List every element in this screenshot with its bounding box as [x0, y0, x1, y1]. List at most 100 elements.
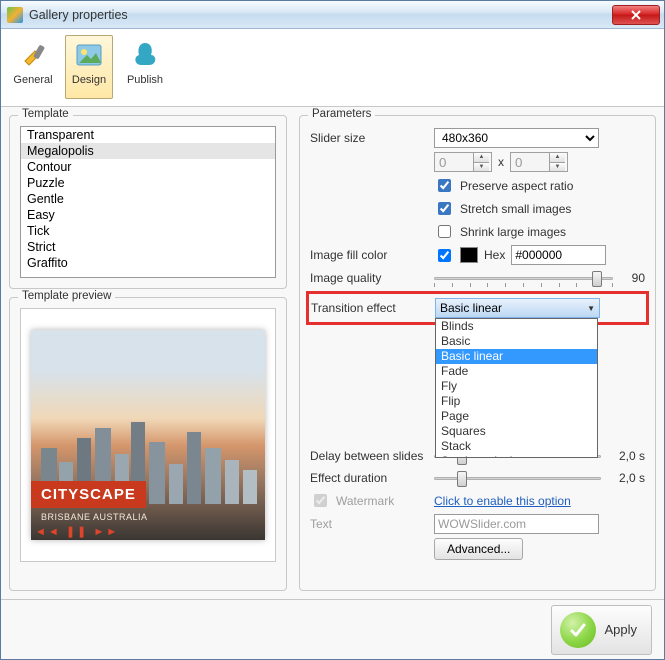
- label-duration: Effect duration: [310, 471, 430, 485]
- spin-up-icon[interactable]: ▲: [473, 153, 489, 162]
- template-item[interactable]: Strict: [21, 239, 275, 255]
- shrink-large-checkbox[interactable]: Shrink large images: [434, 222, 566, 241]
- spin-down-icon[interactable]: ▼: [549, 162, 565, 172]
- app-icon: [7, 7, 23, 23]
- ribbon-publish[interactable]: Publish: [121, 35, 169, 99]
- width-spinner[interactable]: ▲▼: [434, 152, 492, 172]
- transition-option[interactable]: Fade: [436, 364, 597, 379]
- ribbon-design[interactable]: Design: [65, 35, 113, 99]
- transition-option[interactable]: Blinds: [436, 319, 597, 334]
- slider-thumb[interactable]: [457, 471, 467, 487]
- template-item[interactable]: Graffito: [21, 255, 275, 271]
- ribbon-label: Design: [72, 74, 106, 86]
- template-group: Template Transparent Megalopolis Contour…: [9, 115, 287, 289]
- window: Gallery properties General Design Publis…: [0, 0, 665, 660]
- template-item[interactable]: Puzzle: [21, 175, 275, 191]
- apply-button[interactable]: Apply: [551, 605, 652, 655]
- footer: Apply: [1, 599, 664, 659]
- transition-option[interactable]: Stack vertical: [436, 454, 597, 458]
- transition-option[interactable]: Basic linear: [436, 349, 597, 364]
- row-fill-color: Image fill color Hex: [310, 243, 645, 267]
- transition-option[interactable]: Page: [436, 409, 597, 424]
- chevron-down-icon: ▼: [587, 304, 595, 313]
- titlebar: Gallery properties: [1, 1, 664, 29]
- left-column: Template Transparent Megalopolis Contour…: [9, 115, 287, 591]
- watermark-input[interactable]: [314, 494, 327, 507]
- hex-input[interactable]: [511, 245, 606, 265]
- label-text: Text: [310, 517, 430, 531]
- stretch-small-checkbox[interactable]: Stretch small images: [434, 199, 571, 218]
- row-advanced: Advanced...: [310, 536, 645, 562]
- parameters-group-title: Parameters: [308, 108, 375, 120]
- preview-group-title: Template preview: [18, 290, 115, 302]
- template-item[interactable]: Easy: [21, 207, 275, 223]
- apply-label: Apply: [604, 622, 637, 637]
- preview-box: CITYSCAPE BRISBANE AUSTRALIA ◄◄ ❚❚ ►►: [20, 308, 276, 562]
- height-input[interactable]: [511, 153, 549, 171]
- label-slider-size: Slider size: [310, 131, 430, 145]
- watermark-text-input[interactable]: [434, 514, 599, 534]
- transition-combo-value: Basic linear: [440, 301, 502, 315]
- width-input[interactable]: [435, 153, 473, 171]
- ribbon-general[interactable]: General: [9, 35, 57, 99]
- quality-slider[interactable]: [434, 269, 613, 287]
- color-swatch[interactable]: [460, 247, 478, 263]
- transition-option[interactable]: Basic: [436, 334, 597, 349]
- row-transition: Transition effect Basic linear ▼ Blinds …: [306, 291, 649, 325]
- transition-option[interactable]: Squares: [436, 424, 597, 439]
- preserve-aspect-checkbox[interactable]: Preserve aspect ratio: [434, 176, 573, 195]
- stretch-small-label: Stretch small images: [460, 202, 571, 216]
- advanced-button[interactable]: Advanced...: [434, 538, 523, 560]
- row-slider-size: Slider size 480x360: [310, 126, 645, 150]
- preview-controls: ◄◄ ❚❚ ►►: [35, 525, 119, 538]
- image-icon: [72, 38, 106, 72]
- stretch-small-input[interactable]: [438, 202, 451, 215]
- transition-option[interactable]: Flip: [436, 394, 597, 409]
- row-watermark: Watermark Click to enable this option: [310, 489, 645, 512]
- transition-option[interactable]: Fly: [436, 379, 597, 394]
- transition-option[interactable]: Stack: [436, 439, 597, 454]
- parameters-group: Parameters Slider size 480x360: [299, 115, 656, 591]
- label-quality: Image quality: [310, 271, 430, 285]
- template-item[interactable]: Contour: [21, 159, 275, 175]
- advanced-button-label: Advanced...: [447, 542, 510, 556]
- preview-caption: CITYSCAPE: [31, 481, 146, 508]
- window-title: Gallery properties: [29, 8, 612, 22]
- fill-enabled-checkbox[interactable]: [438, 249, 451, 262]
- watermark-label: Watermark: [336, 494, 394, 508]
- preview-subcaption: BRISBANE AUSTRALIA: [41, 512, 148, 522]
- row-text: Text: [310, 512, 645, 536]
- close-button[interactable]: [612, 5, 660, 25]
- transition-combobox[interactable]: Basic linear ▼ Blinds Basic Basic linear…: [435, 298, 600, 318]
- spin-down-icon[interactable]: ▼: [473, 162, 489, 172]
- shrink-large-label: Shrink large images: [460, 225, 566, 239]
- row-quality: Image quality 90: [310, 267, 645, 289]
- ribbon: General Design Publish: [1, 29, 664, 107]
- watermark-checkbox[interactable]: Watermark: [310, 491, 430, 510]
- height-spinner[interactable]: ▲▼: [510, 152, 568, 172]
- spin-up-icon[interactable]: ▲: [549, 153, 565, 162]
- publish-icon: [128, 38, 162, 72]
- hex-label: Hex: [484, 248, 505, 262]
- label-delay: Delay between slides: [310, 449, 430, 463]
- template-item[interactable]: Transparent: [21, 127, 275, 143]
- transition-combo-display[interactable]: Basic linear ▼: [435, 298, 600, 318]
- template-item[interactable]: Megalopolis: [21, 143, 275, 159]
- shrink-large-input[interactable]: [438, 225, 451, 238]
- duration-slider[interactable]: [434, 469, 601, 487]
- slider-thumb[interactable]: [592, 271, 602, 287]
- slider-size-select[interactable]: 480x360: [434, 128, 599, 148]
- label-fill-color: Image fill color: [310, 248, 430, 262]
- check-icon: [560, 612, 596, 648]
- quality-value: 90: [623, 271, 645, 285]
- delay-value: 2,0 s: [611, 449, 645, 463]
- body: Template Transparent Megalopolis Contour…: [1, 107, 664, 599]
- preview-group: Template preview: [9, 297, 287, 591]
- template-list[interactable]: Transparent Megalopolis Contour Puzzle G…: [20, 126, 276, 278]
- template-item[interactable]: Tick: [21, 223, 275, 239]
- tools-icon: [16, 38, 50, 72]
- transition-dropdown-list[interactable]: Blinds Basic Basic linear Fade Fly Flip …: [435, 318, 598, 458]
- template-item[interactable]: Gentle: [21, 191, 275, 207]
- preserve-aspect-input[interactable]: [438, 179, 451, 192]
- watermark-enable-link[interactable]: Click to enable this option: [434, 494, 571, 508]
